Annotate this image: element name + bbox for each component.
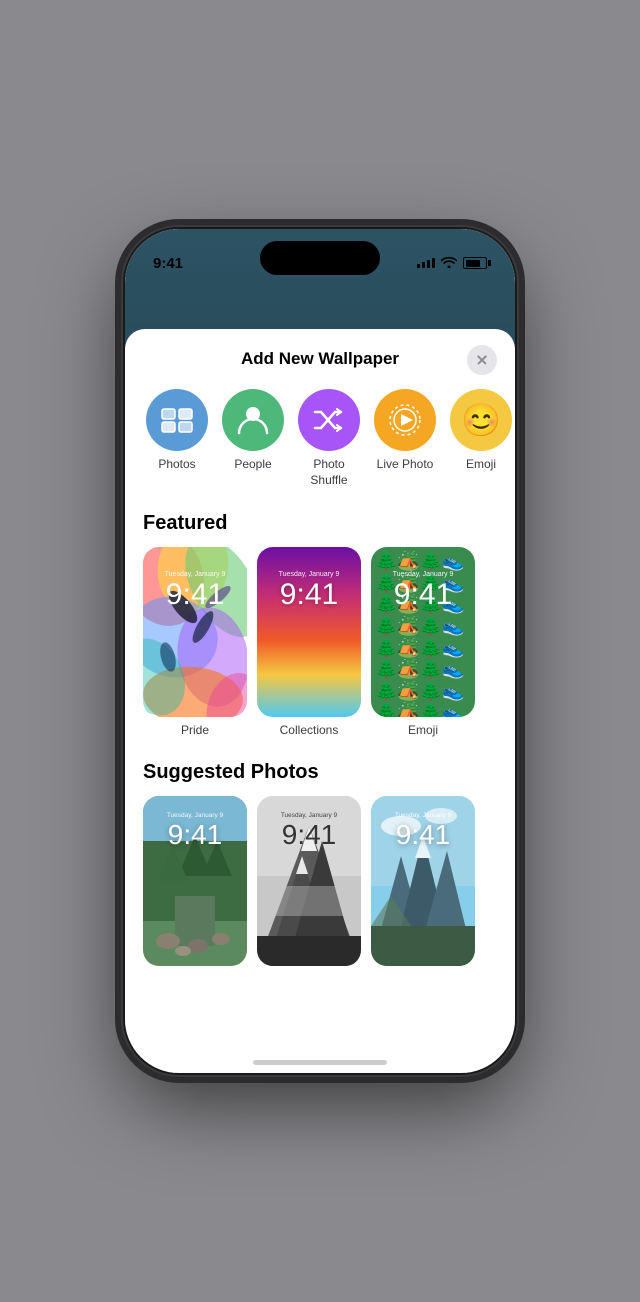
wallpaper-thumb-pride: Tuesday, January 9 9:41	[143, 547, 247, 717]
featured-wallpaper-row: Tuesday, January 9 9:41 Pride Tuesday, J…	[125, 547, 515, 745]
dynamic-island	[260, 241, 380, 275]
add-wallpaper-sheet: Add New Wallpaper Photos	[125, 329, 515, 1073]
suggested-card-mountain-color[interactable]: Tuesday, January 9 9:41	[371, 796, 475, 966]
mountain-bw-hour: 9:41	[257, 819, 361, 851]
collections-hour: 9:41	[257, 578, 361, 611]
status-icons	[417, 256, 487, 271]
pride-label: Pride	[181, 723, 209, 737]
phone-frame: 9:41 Add New Wallpaper	[125, 229, 515, 1073]
emoji-time: Tuesday, January 9 9:41	[371, 571, 475, 611]
type-item-people[interactable]: People	[217, 389, 289, 473]
suggested-photos-row: Tuesday, January 9 9:41	[125, 796, 515, 990]
type-label-photos: Photos	[158, 457, 195, 473]
pride-time: Tuesday, January 9 9:41	[143, 571, 247, 611]
signal-icon	[417, 258, 435, 268]
type-circle-live-photo	[374, 389, 436, 451]
pride-day: Tuesday, January 9	[143, 571, 247, 578]
signal-bar-2	[422, 262, 425, 268]
signal-bar-4	[432, 258, 435, 268]
emoji-hour: 9:41	[371, 578, 475, 611]
type-item-live-photo[interactable]: Live Photo	[369, 389, 441, 473]
type-circle-emoji: 😊	[450, 389, 512, 451]
mountain-bw-day: Tuesday, January 9	[257, 812, 361, 819]
featured-section-title: Featured	[125, 508, 515, 547]
type-label-live-photo: Live Photo	[377, 457, 434, 473]
pride-hour: 9:41	[143, 578, 247, 611]
suggested-card-mountain-bw[interactable]: Tuesday, January 9 9:41	[257, 796, 361, 966]
close-button[interactable]	[467, 345, 497, 375]
mountain-color-time: Tuesday, January 9 9:41	[371, 812, 475, 851]
type-item-photos[interactable]: Photos	[141, 389, 213, 473]
collections-label: Collections	[280, 723, 339, 737]
signal-bar-3	[427, 260, 430, 268]
battery-fill	[466, 260, 480, 267]
emoji-day: Tuesday, January 9	[371, 571, 475, 578]
wallpaper-card-pride[interactable]: Tuesday, January 9 9:41 Pride	[143, 547, 247, 737]
suggested-thumb-mountain-bw: Tuesday, January 9 9:41	[257, 796, 361, 966]
wallpaper-thumb-collections: Tuesday, January 9 9:41	[257, 547, 361, 717]
collections-time: Tuesday, January 9 9:41	[257, 571, 361, 611]
type-label-photo-shuffle: Photo Shuffle	[310, 457, 347, 488]
wallpaper-card-emoji[interactable]: 🌲🏕️🌲👟🌲🏕️🌲👟🌲🏕️🌲👟🌲🏕️🌲👟🌲🏕️🌲👟🌲🏕️🌲👟🌲🏕️🌲👟🌲🏕️🌲👟…	[371, 547, 475, 737]
wifi-icon	[441, 256, 457, 271]
mountain-bw-time: Tuesday, January 9 9:41	[257, 812, 361, 851]
suggested-thumb-mountain-color: Tuesday, January 9 9:41	[371, 796, 475, 966]
type-circle-people	[222, 389, 284, 451]
home-indicator	[253, 1060, 387, 1065]
emoji-wall-label: Emoji	[408, 723, 438, 737]
battery-icon	[463, 257, 487, 269]
type-label-people: People	[234, 457, 271, 473]
suggested-card-nature[interactable]: Tuesday, January 9 9:41	[143, 796, 247, 966]
suggested-section-title: Suggested Photos	[125, 757, 515, 796]
nature-time: Tuesday, January 9 9:41	[143, 812, 247, 851]
collections-day: Tuesday, January 9	[257, 571, 361, 578]
type-item-photo-shuffle[interactable]: Photo Shuffle	[293, 389, 365, 488]
wallpaper-type-row: Photos People	[125, 381, 515, 508]
type-label-emoji: Emoji	[466, 457, 496, 473]
signal-bar-1	[417, 264, 420, 268]
status-time: 9:41	[153, 255, 183, 272]
wallpaper-card-collections[interactable]: Tuesday, January 9 9:41 Collections	[257, 547, 361, 737]
sheet-title: Add New Wallpaper	[241, 349, 399, 369]
nature-hour: 9:41	[143, 819, 247, 851]
wallpaper-thumb-emoji: 🌲🏕️🌲👟🌲🏕️🌲👟🌲🏕️🌲👟🌲🏕️🌲👟🌲🏕️🌲👟🌲🏕️🌲👟🌲🏕️🌲👟🌲🏕️🌲👟…	[371, 547, 475, 717]
suggested-thumb-nature: Tuesday, January 9 9:41	[143, 796, 247, 966]
mountain-color-hour: 9:41	[371, 819, 475, 851]
type-item-emoji[interactable]: 😊 Emoji	[445, 389, 515, 473]
type-circle-photo-shuffle	[298, 389, 360, 451]
sheet-header: Add New Wallpaper	[125, 329, 515, 381]
type-circle-photos	[146, 389, 208, 451]
